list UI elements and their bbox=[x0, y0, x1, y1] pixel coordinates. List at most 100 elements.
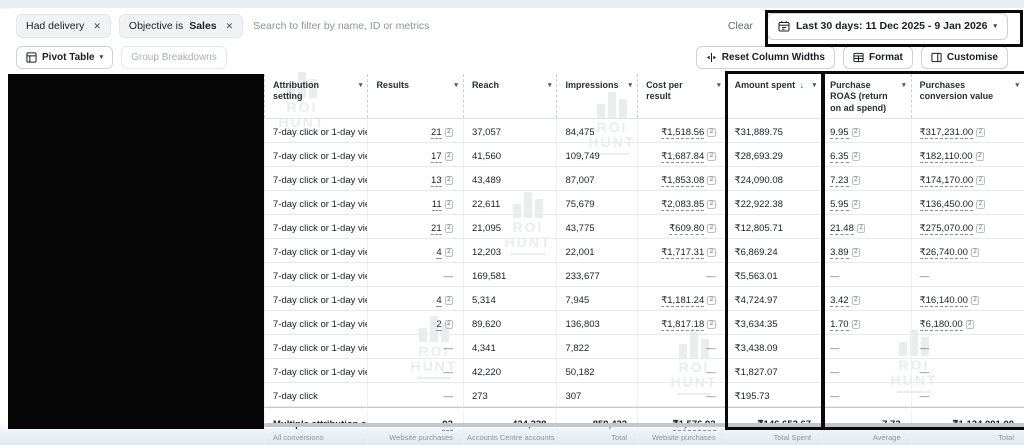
date-range-label: Last 30 days: 11 Dec 2025 - 9 Jan 2026 bbox=[796, 20, 988, 32]
results-cell: — bbox=[367, 263, 463, 286]
column-header-purchase-roas[interactable]: Purchase ROAS (return on ad spend) ▾ bbox=[821, 74, 911, 118]
impressions-cell: 50,182 bbox=[556, 359, 637, 382]
conv-value[interactable]: ₹6,180.00 bbox=[919, 319, 963, 331]
roas-value[interactable]: 9.95 bbox=[830, 127, 849, 139]
footnote-marker: 2 bbox=[444, 248, 453, 257]
results-value[interactable]: 13 bbox=[431, 175, 442, 187]
column-header-cost-per-result[interactable]: Cost per result ▾ bbox=[637, 74, 726, 118]
impressions-cell: 859,422Total bbox=[556, 411, 637, 444]
horizontal-scrollbar[interactable] bbox=[264, 423, 1024, 427]
conv-value[interactable]: ₹275,070.00 bbox=[919, 223, 974, 235]
cpr-value[interactable]: ₹609.80 bbox=[669, 223, 705, 235]
conv-cell: — bbox=[910, 359, 1024, 382]
roas-value[interactable]: 3.42 bbox=[830, 295, 849, 307]
attribution-cell: 7-day click or 1-day view All conversions bbox=[264, 287, 367, 310]
roas-value[interactable]: 7.23 bbox=[830, 175, 849, 187]
conv-cell: ₹16,140.00 2 bbox=[910, 287, 1024, 310]
column-header-purchases-conversion-value[interactable]: Purchases conversion value ▾ bbox=[910, 74, 1024, 118]
group-breakdowns-button[interactable]: Group Breakdowns bbox=[121, 45, 227, 69]
table-row: 7-day click or 1-day view All conversions… bbox=[264, 191, 1024, 215]
chevron-down-icon[interactable]: ▾ bbox=[454, 82, 458, 91]
column-header-impressions[interactable]: Impressions ▾ bbox=[556, 74, 637, 118]
chevron-down-icon[interactable]: ▾ bbox=[359, 82, 363, 91]
pivot-table-button[interactable]: Pivot Table ▾ bbox=[16, 45, 114, 69]
roas-value[interactable]: 5.95 bbox=[830, 199, 849, 211]
column-header-label: Attribution setting bbox=[273, 80, 319, 102]
results-value[interactable]: 4 bbox=[436, 295, 442, 307]
conv-value[interactable]: ₹317,231.00 bbox=[919, 127, 974, 139]
conv-value[interactable]: ₹174,170.00 bbox=[919, 175, 974, 187]
conv-value[interactable]: ₹182,110.00 bbox=[919, 151, 973, 163]
footnote-marker: 2 bbox=[970, 296, 980, 305]
roas-cell: 6.35 2 bbox=[821, 143, 911, 166]
reach-value: 4,341 bbox=[471, 343, 496, 354]
close-icon[interactable]: ✕ bbox=[93, 21, 101, 32]
chevron-down-icon[interactable]: ▾ bbox=[548, 82, 552, 91]
roas-value[interactable]: 1.70 bbox=[830, 319, 849, 331]
chevron-down-icon[interactable]: ▾ bbox=[902, 82, 906, 91]
column-header-attribution-setting[interactable]: Attribution setting ▾ bbox=[264, 74, 367, 118]
results-cell: 93Website purchases bbox=[367, 411, 463, 444]
table-row: 7-day click or 1-day view All conversions… bbox=[264, 215, 1024, 239]
close-icon[interactable]: ✕ bbox=[226, 21, 234, 32]
conv-value[interactable]: ₹26,740.00 bbox=[919, 247, 968, 259]
column-header-amount-spent[interactable]: Amount spent ↓ ▾ bbox=[725, 74, 822, 118]
roas-value: — bbox=[830, 391, 840, 402]
filter-chip-label: Had delivery bbox=[26, 20, 85, 32]
date-range-button[interactable]: Last 30 days: 11 Dec 2025 - 9 Jan 2026 ▾ bbox=[767, 12, 1008, 40]
reach-value: 41,560 bbox=[471, 151, 502, 162]
filter-chip-objective-sales[interactable]: Objective is Sales ✕ bbox=[118, 14, 244, 38]
cpr-sublabel: Website purchases bbox=[641, 237, 716, 238]
cpr-cell: — bbox=[637, 383, 726, 406]
results-cell: — bbox=[367, 359, 463, 382]
reach-value: 37,057 bbox=[471, 127, 502, 138]
cpr-cell: ₹1,853.082 Website purchases bbox=[637, 167, 726, 190]
cpr-value[interactable]: ₹1,518.56 bbox=[661, 127, 705, 139]
cpr-value[interactable]: ₹1,717.31 bbox=[661, 247, 705, 259]
impressions-cell: 7,945 bbox=[556, 287, 637, 310]
filter-chip-had-delivery[interactable]: Had delivery ✕ bbox=[16, 14, 111, 38]
chevron-down-icon[interactable]: ▾ bbox=[813, 82, 817, 91]
roas-value[interactable]: 6.35 bbox=[830, 151, 849, 163]
cpr-cell: ₹609.802 Website purchases bbox=[637, 215, 726, 238]
customise-button[interactable]: Customise bbox=[920, 45, 1008, 69]
column-header-results[interactable]: Results ▾ bbox=[367, 74, 463, 118]
reach-sublabel: Accounts Centre accounts bbox=[466, 433, 555, 443]
attribution-sublabel: All conversions bbox=[273, 285, 364, 286]
conv-cell: ₹1,134,091.00Total bbox=[910, 411, 1024, 444]
cpr-cell: — bbox=[637, 359, 726, 382]
cpr-value[interactable]: ₹1,817.18 bbox=[661, 319, 705, 331]
cpr-cell: ₹2,083.852 Website purchases bbox=[637, 191, 726, 214]
results-value[interactable]: 11 bbox=[431, 199, 442, 211]
results-value[interactable]: 21 bbox=[431, 223, 442, 235]
table-row: 7-day click All conversions — 273 307 — ₹195.7… bbox=[264, 383, 1024, 407]
reach-value: 12,203 bbox=[471, 247, 502, 258]
column-header-reach[interactable]: Reach ▾ bbox=[462, 74, 557, 118]
roas-value[interactable]: 3.89 bbox=[830, 247, 849, 259]
results-value[interactable]: 17 bbox=[431, 151, 442, 163]
results-value[interactable]: 2 bbox=[436, 319, 442, 331]
cpr-value[interactable]: ₹1,181.24 bbox=[661, 295, 705, 307]
chevron-down-icon[interactable]: ▾ bbox=[629, 82, 633, 91]
spent-value: ₹22,922.38 bbox=[734, 199, 783, 210]
conv-value[interactable]: ₹136,450.00 bbox=[919, 199, 974, 211]
sort-descending-icon[interactable]: ↓ bbox=[800, 80, 805, 91]
clear-button[interactable]: Clear bbox=[728, 20, 753, 32]
reset-column-widths-button[interactable]: Reset Column Widths bbox=[695, 45, 835, 69]
spent-value: ₹3,438.09 bbox=[734, 343, 778, 354]
cpr-value[interactable]: ₹1,687.84 bbox=[661, 151, 705, 163]
results-cell: — bbox=[367, 335, 463, 358]
format-button[interactable]: Format bbox=[842, 45, 913, 69]
search-input[interactable] bbox=[251, 19, 516, 33]
cpr-value[interactable]: ₹1,853.08 bbox=[661, 175, 705, 187]
chevron-down-icon[interactable]: ▾ bbox=[717, 82, 721, 91]
chevron-down-icon[interactable]: ▾ bbox=[1016, 82, 1020, 91]
results-value[interactable]: 21 bbox=[431, 127, 442, 139]
roas-value[interactable]: 21.48 bbox=[830, 223, 854, 235]
cpr-value[interactable]: ₹2,083.85 bbox=[661, 199, 705, 211]
results-value[interactable]: 4 bbox=[436, 247, 442, 259]
chevron-down-icon: ▾ bbox=[993, 23, 997, 30]
conv-value[interactable]: ₹16,140.00 bbox=[919, 295, 968, 307]
cpr-sublabel: Website purchases bbox=[641, 189, 716, 190]
reset-column-widths-icon bbox=[706, 52, 717, 63]
